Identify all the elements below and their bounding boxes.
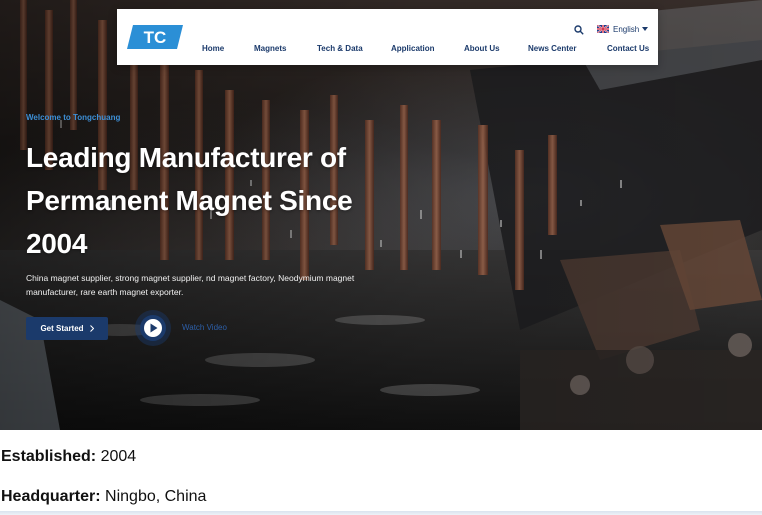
search-icon[interactable] [574, 25, 584, 35]
hero-welcome-text: Welcome to Tongchuang [26, 113, 121, 122]
nav-link-magnets[interactable]: Magnets [254, 44, 286, 53]
hero-headline: Leading Manufacturer of Permanent Magnet… [26, 142, 353, 259]
hero-banner: TC Home Magnets Tech & Data Application … [0, 0, 762, 430]
top-navbar: TC Home Magnets Tech & Data Application … [117, 9, 658, 65]
headquarter-label: Headquarter: [1, 488, 101, 505]
established-row: Established: 2004 [1, 448, 136, 466]
headquarter-row: Headquarter: Ningbo, China [1, 488, 206, 506]
nav-link-contact-us[interactable]: Contact Us [607, 44, 649, 53]
chevron-down-icon [642, 27, 649, 31]
get-started-button[interactable]: Get Started [26, 317, 108, 340]
language-selector[interactable]: English [597, 23, 649, 35]
nav-links: Home Magnets Tech & Data Application Abo… [117, 44, 658, 58]
established-value: 2004 [100, 448, 137, 465]
play-icon[interactable] [134, 309, 172, 347]
nav-link-home[interactable]: Home [202, 44, 224, 53]
uk-flag-icon [597, 25, 609, 33]
watch-video-link[interactable]: Watch Video [182, 323, 227, 332]
established-label: Established: [1, 448, 97, 465]
chevron-right-icon [89, 325, 94, 332]
nav-link-news-center[interactable]: News Center [528, 44, 576, 53]
get-started-label: Get Started [40, 324, 84, 333]
nav-link-application[interactable]: Application [391, 44, 435, 53]
nav-link-about-us[interactable]: About Us [464, 44, 500, 53]
headquarter-value: Ningbo, China [105, 488, 207, 505]
nav-link-tech-data[interactable]: Tech & Data [317, 44, 363, 53]
hero-subtext: China magnet supplier, strong magnet sup… [26, 273, 355, 297]
language-label: English [613, 24, 640, 34]
bottom-divider [0, 511, 762, 515]
